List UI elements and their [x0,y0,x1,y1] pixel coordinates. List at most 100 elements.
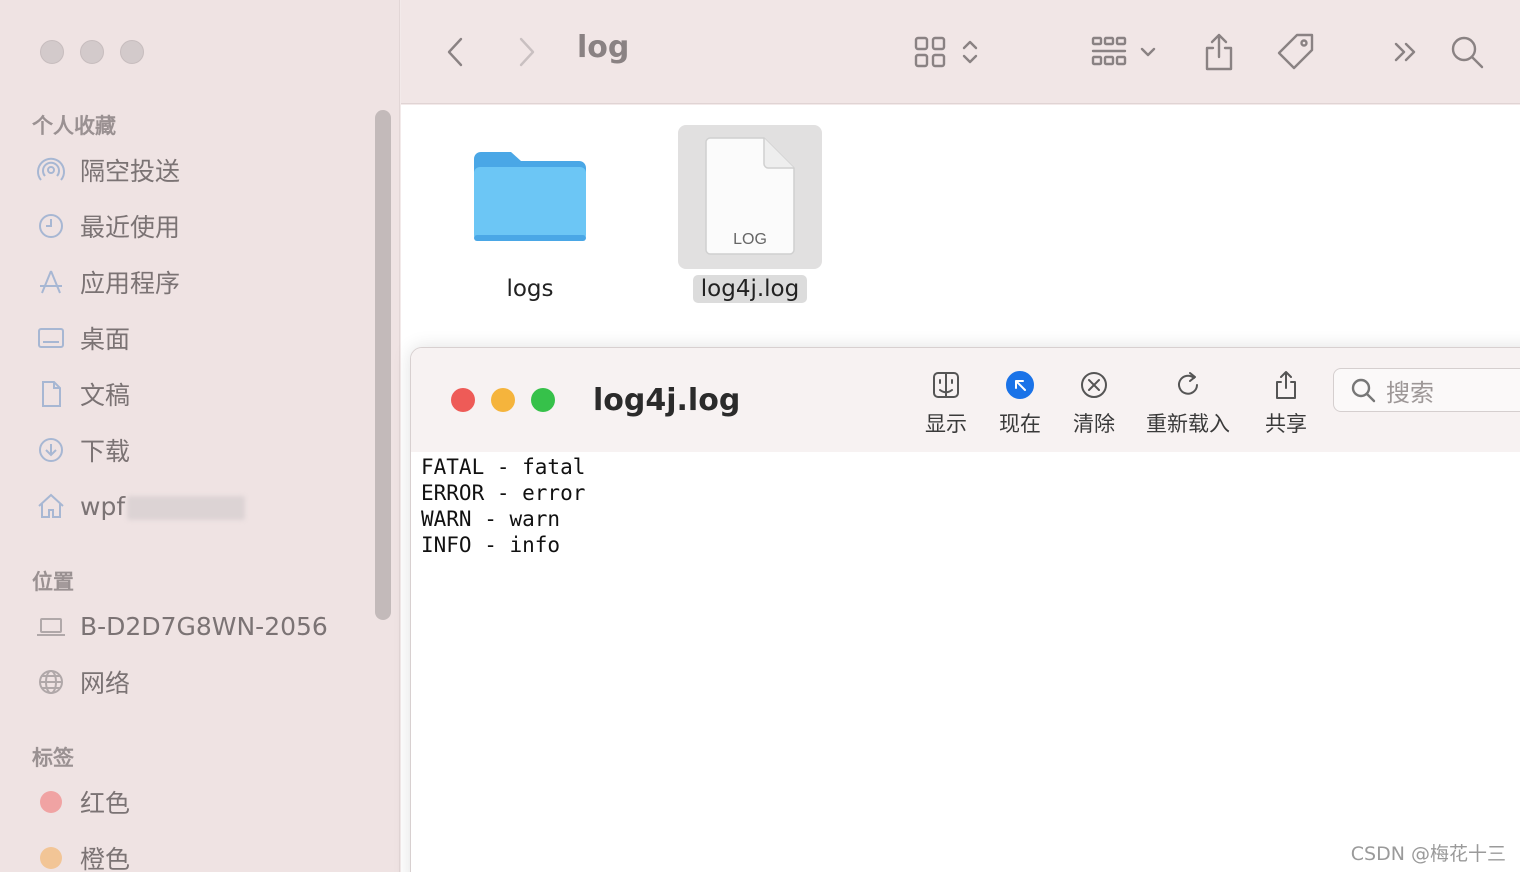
group-by-button[interactable] [1089,30,1159,74]
reload-label: 重新载入 [1146,412,1230,436]
red-tag-dot [40,791,62,813]
sidebar-item-tag-red[interactable]: 红色 [36,782,130,822]
chevron-updown-icon [962,40,978,64]
sidebar-item-downloads[interactable]: 下载 [36,430,130,470]
log-badge: LOG [733,231,767,248]
sidebar-item-label: 应用程序 [80,269,181,298]
group-icon [1091,36,1127,66]
grid-view-icon [914,36,946,68]
more-toolbar-button[interactable] [1391,30,1421,74]
sidebar-item-label: wpf [80,492,246,521]
orange-tag-dot [40,847,62,869]
arrow-up-left-circle-icon [1006,371,1034,399]
folder-title: log [577,30,630,65]
quicklook-header: log4j.log 显示 现在 清除 重新载入 共享 搜索 [411,348,1520,452]
close-button[interactable] [40,40,64,64]
share-icon [1205,33,1233,71]
desktop-icon [38,328,64,348]
quicklook-window: log4j.log 显示 现在 清除 重新载入 共享 搜索 FATAL - fa… [410,347,1520,872]
search-icon [1451,36,1484,69]
folder-icon [474,152,586,241]
search-icon [1351,378,1376,403]
sidebar-item-label: 最近使用 [80,213,181,242]
reload-icon [1178,372,1198,395]
show-in-finder-button[interactable]: 显示 [925,370,967,438]
share-label: 共享 [1265,412,1307,436]
chevron-right-icon [519,37,535,67]
quicklook-window-controls [451,388,555,412]
reload-button[interactable]: 重新载入 [1146,370,1230,438]
minimize-button[interactable] [80,40,104,64]
finder-toolbar: log [401,0,1520,104]
sidebar-item-tag-orange[interactable]: 橙色 [36,838,130,872]
share-button[interactable] [1201,30,1237,74]
network-icon [39,670,63,694]
sidebar-item-label: 橙色 [80,845,131,872]
log-file-icon: LOG [705,137,795,255]
file-item-folder[interactable]: logs [457,125,603,303]
sidebar-item-label: 桌面 [80,325,131,354]
log-content: FATAL - fatal ERROR - error WARN - warn … [421,454,585,558]
chevron-down-icon [1140,47,1156,57]
show-label: 显示 [925,412,967,436]
quicklook-close-button[interactable] [451,388,475,412]
sidebar-item-documents[interactable]: 文稿 [36,374,130,414]
log-line: INFO - info [421,533,561,557]
finder-sidebar: 个人收藏 隔空投送 最近使用 应用程序 桌面 文稿 下载 wpf 位置 B-D2… [0,0,400,872]
search-button[interactable] [1449,30,1485,74]
log-file-icon-wrap: LOG [678,125,822,269]
search-placeholder: 搜索 [1386,378,1434,407]
redacted-username [127,495,246,520]
quicklook-share-button[interactable]: 共享 [1265,370,1307,438]
airdrop-icon [37,157,65,181]
view-mode-button[interactable] [913,30,981,74]
sidebar-item-home[interactable]: wpf [36,486,246,526]
sidebar-item-label: B-D2D7G8WN-2056 [80,611,328,641]
zoom-button[interactable] [120,40,144,64]
clear-button[interactable]: 清除 [1073,370,1115,438]
document-icon [42,381,61,407]
file-name: log4j.log [692,275,808,303]
laptop-icon [37,618,65,636]
tags-section-title: 标签 [32,746,74,770]
quicklook-zoom-button[interactable] [531,388,555,412]
log-line: WARN - warn [421,507,561,531]
tag-icon [1277,33,1314,70]
sidebar-item-computer[interactable]: B-D2D7G8WN-2056 [36,606,328,646]
quicklook-title: log4j.log [593,383,741,418]
sidebar-scrollbar[interactable] [375,110,391,620]
sidebar-item-recents[interactable]: 最近使用 [36,206,180,246]
quicklook-search-field[interactable]: 搜索 [1333,368,1520,412]
applications-icon [40,270,62,294]
file-item-log[interactable]: LOG log4j.log [677,125,823,303]
file-name: logs [506,276,554,302]
double-chevron-right-icon [1394,42,1416,62]
sidebar-item-applications[interactable]: 应用程序 [36,262,180,302]
quicklook-minimize-button[interactable] [491,388,515,412]
window-controls [40,40,144,64]
sidebar-item-label: 文稿 [80,381,131,410]
sidebar-item-label: 红色 [80,789,131,818]
forward-button[interactable] [511,30,541,74]
home-icon [38,493,64,518]
back-button[interactable] [441,30,471,74]
now-button[interactable]: 现在 [999,370,1041,438]
now-label: 现在 [999,412,1041,436]
favorites-section-title: 个人收藏 [32,114,116,138]
share-icon [1276,371,1296,399]
sidebar-item-airdrop[interactable]: 隔空投送 [36,150,180,190]
chevron-left-icon [447,37,463,67]
sidebar-item-desktop[interactable]: 桌面 [36,318,130,358]
finder-icon [933,372,959,398]
log-line: ERROR - error [421,481,586,505]
locations-section-title: 位置 [32,570,74,594]
sidebar-item-label: 下载 [80,437,131,466]
sidebar-item-label: 隔空投送 [80,157,181,186]
clear-circle-icon [1081,372,1107,398]
clock-icon [39,214,63,238]
sidebar-item-network[interactable]: 网络 [36,662,130,702]
log-line: FATAL - fatal [421,455,586,479]
clear-label: 清除 [1073,412,1115,436]
sidebar-item-label: 网络 [80,669,131,698]
tag-button[interactable] [1275,30,1317,74]
